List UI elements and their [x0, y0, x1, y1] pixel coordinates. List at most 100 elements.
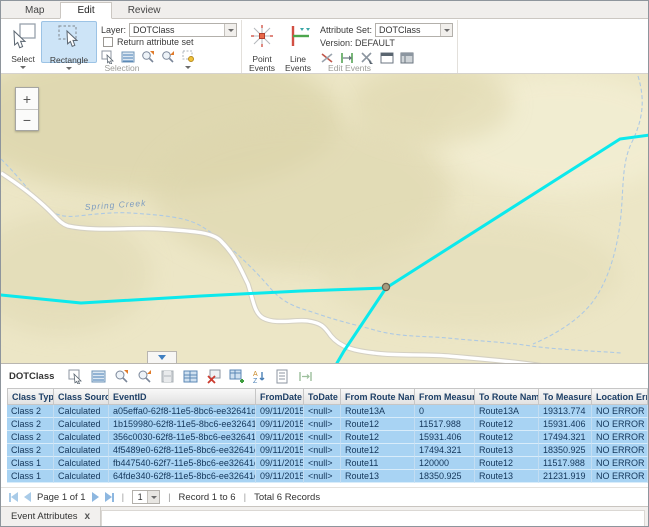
table-cell[interactable]: 09/11/2015 [256, 457, 304, 470]
table-cell[interactable]: Route12 [475, 418, 539, 431]
table-cell[interactable]: Calculated [54, 457, 109, 470]
table-cell[interactable]: 120000 [415, 457, 475, 470]
select-by-box-icon[interactable] [101, 50, 115, 64]
table-cell[interactable]: Calculated [54, 405, 109, 418]
table-cell[interactable]: 0 [415, 405, 475, 418]
table-row[interactable]: Class 1Calculated64fde340-62f8-11e5-8bc6… [7, 470, 648, 483]
selection-list-icon[interactable] [121, 50, 135, 64]
table-cell[interactable]: 09/11/2015 [256, 444, 304, 457]
zoom-to-selection-icon[interactable] [114, 369, 129, 384]
map-canvas[interactable]: Spring Creek [1, 74, 648, 363]
route-junction-marker[interactable] [382, 283, 389, 290]
table-cell[interactable]: 09/11/2015 [256, 470, 304, 483]
table-cell[interactable]: 09/11/2015 [256, 405, 304, 418]
table-cell[interactable]: 18350.925 [415, 470, 475, 483]
table-row[interactable]: Class 2Calculated4f5489e0-62f8-11e5-8bc6… [7, 444, 648, 457]
table-cell[interactable]: Route12 [475, 457, 539, 470]
table-cell[interactable]: NO ERROR [592, 444, 648, 457]
table-cell[interactable]: Calculated [54, 470, 109, 483]
rectangle-button[interactable]: Rectangle [41, 21, 97, 63]
table-cell[interactable]: NO ERROR [592, 405, 648, 418]
table-cell[interactable]: Class 1 [7, 457, 54, 470]
table-cell[interactable]: Route13 [475, 470, 539, 483]
page-number-caret-icon[interactable] [147, 491, 159, 503]
table-cell[interactable]: fb447540-62f7-11e5-8bc6-ee32641d5ec9 [109, 457, 256, 470]
panel-collapse-tab[interactable] [147, 351, 177, 363]
table-cell[interactable]: <null> [304, 405, 341, 418]
table-cell[interactable]: 17494.321 [415, 444, 475, 457]
sort-records-icon[interactable]: AZ [252, 369, 267, 384]
layer-dropdown[interactable]: DOTClass [129, 23, 237, 37]
table-cell[interactable]: 17494.321 [539, 431, 592, 444]
map-viewport[interactable]: Spring Creek + − [1, 74, 648, 363]
table-cell[interactable]: 15931.406 [539, 418, 592, 431]
table-cell[interactable]: Class 2 [7, 405, 54, 418]
table-cell[interactable]: NO ERROR [592, 431, 648, 444]
zoom-to-selected-icon[interactable] [141, 50, 155, 64]
table-row[interactable]: Class 2Calculateda05effa0-62f8-11e5-8bc6… [7, 405, 648, 418]
page-number-value[interactable]: 1 [133, 491, 147, 503]
table-cell[interactable]: 4f5489e0-62f8-11e5-8bc6-ee32641d5ec9 [109, 444, 256, 457]
table-cell[interactable]: Calculated [54, 444, 109, 457]
table-row[interactable]: Class 1Calculatedfb447540-62f7-11e5-8bc6… [7, 457, 648, 470]
table-cell[interactable]: Class 1 [7, 470, 54, 483]
previous-page-button[interactable] [24, 492, 31, 502]
pan-to-selection-icon[interactable] [137, 369, 152, 384]
table-header-cell[interactable]: Class Type [7, 388, 54, 405]
table-row[interactable]: Class 2Calculated1b159980-62f8-11e5-8bc6… [7, 418, 648, 431]
first-page-button[interactable] [9, 492, 18, 502]
table-cell[interactable]: Route11 [341, 457, 415, 470]
table-cell[interactable]: 09/11/2015 [256, 431, 304, 444]
table-header-cell[interactable]: EventID [109, 388, 256, 405]
fit-columns-icon[interactable] [298, 369, 313, 384]
attribute-set-caret-icon[interactable] [440, 24, 452, 36]
table-cell[interactable]: Route13 [341, 470, 415, 483]
table-cell[interactable]: 11517.988 [539, 457, 592, 470]
save-edits-icon[interactable] [160, 369, 175, 384]
table-header-cell[interactable]: To Route Name [475, 388, 539, 405]
table-cell[interactable]: a05effa0-62f8-11e5-8bc6-ee32641d5ec9 [109, 405, 256, 418]
tab-edit[interactable]: Edit [60, 2, 111, 19]
zoom-in-button[interactable]: + [16, 88, 38, 109]
table-header-cell[interactable]: ToDate [304, 388, 341, 405]
open-table-icon[interactable] [183, 369, 198, 384]
table-cell[interactable]: Class 2 [7, 418, 54, 431]
return-attribute-set-checkbox[interactable] [103, 37, 113, 47]
table-cell[interactable]: 19313.774 [539, 405, 592, 418]
delete-selected-icon[interactable] [206, 369, 221, 384]
select-by-rectangle-icon[interactable] [68, 369, 83, 384]
point-events-button[interactable]: Point Events [244, 21, 280, 63]
table-cell[interactable]: Route13A [475, 405, 539, 418]
table-cell[interactable]: NO ERROR [592, 418, 648, 431]
tab-map[interactable]: Map [9, 3, 60, 18]
table-cell[interactable]: 09/11/2015 [256, 418, 304, 431]
table-cell[interactable]: Calculated [54, 431, 109, 444]
table-cell[interactable]: Class 2 [7, 431, 54, 444]
table-header-cell[interactable]: Location Error [592, 388, 648, 405]
table-cell[interactable]: NO ERROR [592, 470, 648, 483]
table-header-cell[interactable]: From Measure [415, 388, 475, 405]
table-cell[interactable]: <null> [304, 431, 341, 444]
table-cell[interactable]: Route12 [475, 431, 539, 444]
table-cell[interactable]: 11517.988 [415, 418, 475, 431]
table-cell[interactable]: <null> [304, 457, 341, 470]
table-cell[interactable]: 1b159980-62f8-11e5-8bc6-ee32641d5ec9 [109, 418, 256, 431]
pan-to-selected-icon[interactable] [161, 50, 175, 64]
table-cell[interactable]: <null> [304, 418, 341, 431]
selection-list-icon[interactable] [91, 369, 106, 384]
line-events-button[interactable]: Line Events [280, 21, 316, 63]
table-header-cell[interactable]: FromDate [256, 388, 304, 405]
table-header-cell[interactable]: From Route Name [341, 388, 415, 405]
table-header-cell[interactable]: Class Source [54, 388, 109, 405]
open-form-icon[interactable] [275, 369, 290, 384]
table-row[interactable]: Class 2Calculated356c0030-62f8-11e5-8bc6… [7, 431, 648, 444]
table-cell[interactable]: <null> [304, 444, 341, 457]
table-cell[interactable]: Class 2 [7, 444, 54, 457]
table-cell[interactable]: Route13 [475, 444, 539, 457]
last-page-button[interactable] [105, 492, 114, 502]
tab-review[interactable]: Review [112, 3, 177, 18]
table-header-cell[interactable]: To Measure [539, 388, 592, 405]
zoom-out-button[interactable]: − [16, 109, 38, 130]
table-cell[interactable]: 21231.919 [539, 470, 592, 483]
next-page-button[interactable] [92, 492, 99, 502]
